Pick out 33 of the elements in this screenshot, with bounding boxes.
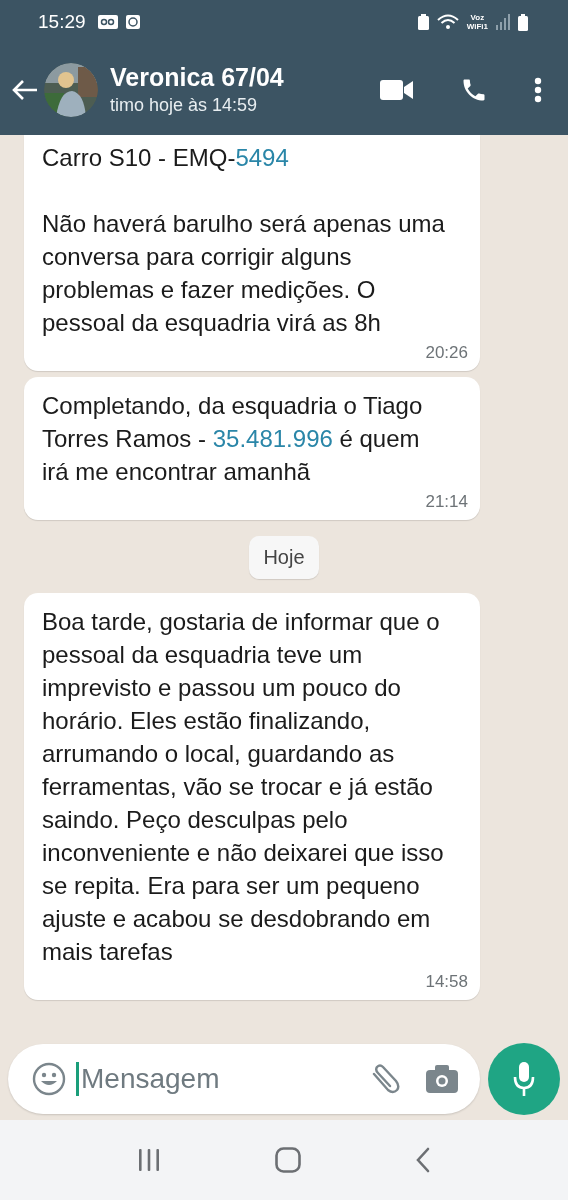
camera-icon[interactable] [426,1065,458,1093]
back-icon[interactable] [415,1147,431,1173]
last-seen: timo hoje às 14:59 [110,95,259,116]
message-time: 20:26 [425,343,468,363]
message-bubble[interactable]: Completando, da esquadria o Tiago Torres Ramos - 35.481.996 é quem irá me encontrar amanhã 21:14 [24,377,480,520]
message-bubble[interactable]: Carro S10 - EMQ-5494 Não haverá barulho será apenas uma conversa para corrigir alguns problemas e fazer medições. O pessoal da esquadria virá as 8h 20:26 [24,135,480,371]
signal-icon [496,14,510,30]
message-bubble[interactable] [24,593,480,1000]
emoji-icon[interactable] [32,1062,66,1096]
voice-label: Voz [470,13,485,22]
voicemail-icon [97,15,118,29]
wifi-label: WiFi1 [466,22,488,31]
date-chip: Hoje [249,536,319,579]
message-text: Completando, da esquadria o Tiago Torres Ramos - 35.481.996 é quem irá me encontrar amanhã [42,391,424,487]
back-arrow-icon [12,78,38,101]
microphone-icon [513,1062,535,1096]
clock-icon [125,15,140,29]
wifi-icon [436,14,459,30]
recent-apps-icon[interactable] [137,1148,161,1172]
home-icon[interactable] [275,1147,301,1173]
contact-name[interactable]: Veronica 67/04 [110,63,376,92]
phone-link[interactable]: 5494 [235,144,289,171]
message-field[interactable]: Mensagem [8,1044,480,1114]
battery-icon [518,13,528,31]
message-text: Boa tarde, gostaria de informar que o pessoal da esquadria teve um imprevisto e passou um pouco do horário. Eles estão finalizando, arrumando o local, guardando as ferramentas, vão se trocar e já estão saindo. Peço desculpas pelo inconveniente e não deixarei que isso se repita. Era para ser um pequeno ajuste e acabou se desdobrando em mais tarefas [42,607,445,967]
phone-link[interactable]: 35.481.996 [212,425,333,452]
battery-saver-icon [417,14,429,30]
video-camera-icon [380,78,414,101]
more-options-icon [534,76,542,103]
status-time: 15:29 [38,11,86,33]
message-text: Carro S10 - EMQ-5494 Não haverá barulho será apenas uma conversa para corrigir alguns problemas e fazer medições. O pessoal da esquadria virá as 8h [42,143,446,338]
message-time: 21:14 [425,492,468,512]
message-time: 14:58 [425,972,468,992]
